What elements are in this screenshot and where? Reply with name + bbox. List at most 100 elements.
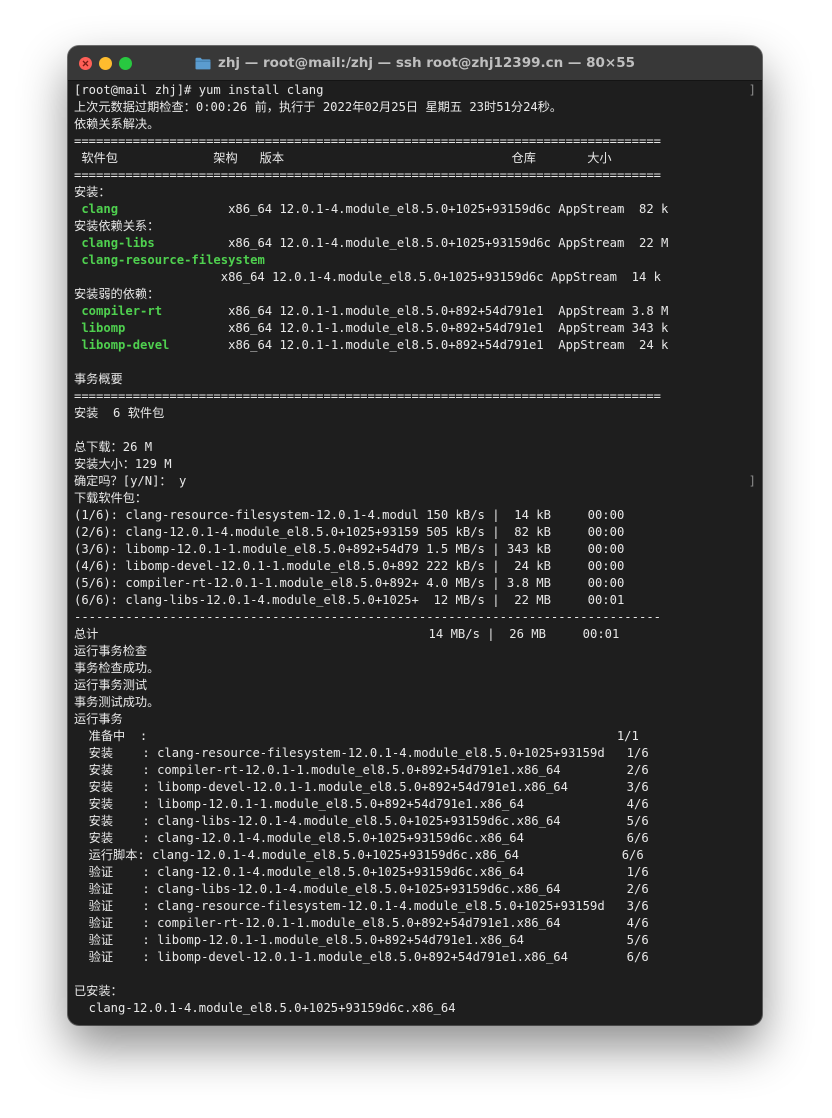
separator-line: ========================================…	[74, 133, 756, 150]
line-text: ----------------------------------------…	[74, 610, 661, 624]
line-text: 确定吗？[y/N]： y	[74, 474, 187, 488]
installed-item: clang-12.0.1-4.module_el8.5.0+1025+93159…	[74, 1000, 756, 1017]
package-name: compiler-rt	[81, 304, 163, 318]
line-text: 运行事务测试	[74, 678, 148, 692]
package-details: x86_64 12.0.1-1.module_el8.5.0+892+54d79…	[169, 338, 669, 352]
progress-row: 验证 : libomp-12.0.1-1.module_el8.5.0+892+…	[74, 932, 756, 949]
dash-separator: ----------------------------------------…	[74, 609, 756, 626]
status-line: 运行事务检查	[74, 643, 756, 660]
progress-row: 验证 : compiler-rt-12.0.1-1.module_el8.5.0…	[74, 915, 756, 932]
title-bar[interactable]: zhj — root@mail:/zhj — ssh root@zhj12399…	[68, 46, 762, 81]
deps-resolved-line: 依赖关系解决。	[74, 116, 756, 133]
progress-row: 安装 : libomp-devel-12.0.1-1.module_el8.5.…	[74, 779, 756, 796]
status-line: 运行事务	[74, 711, 756, 728]
line-text: 安装 : compiler-rt-12.0.1-1.module_el8.5.0…	[74, 763, 649, 777]
line-text: clang-12.0.1-4.module_el8.5.0+1025+93159…	[74, 1001, 456, 1015]
line-text: (5/6): compiler-rt-12.0.1-1.module_el8.5…	[74, 576, 625, 590]
line-text: 验证 : compiler-rt-12.0.1-1.module_el8.5.0…	[74, 916, 649, 930]
line-text: 已安装：	[74, 984, 123, 998]
progress-row: 验证 : clang-12.0.1-4.module_el8.5.0+1025+…	[74, 864, 756, 881]
package-row: clang x86_64 12.0.1-4.module_el8.5.0+102…	[74, 201, 756, 218]
line-text: 依赖关系解决。	[74, 117, 160, 131]
download-row: (5/6): compiler-rt-12.0.1-1.module_el8.5…	[74, 575, 756, 592]
line-text: (3/6): libomp-12.0.1-1.module_el8.5.0+89…	[74, 542, 625, 556]
package-details: x86_64 12.0.1-4.module_el8.5.0+1025+9315…	[118, 202, 669, 216]
line-text: 事务测试成功。	[74, 695, 160, 709]
line-text: 准备中 : 1/1	[74, 729, 639, 743]
terminal-window: zhj — root@mail:/zhj — ssh root@zhj12399…	[68, 46, 762, 1025]
progress-row: 安装 : clang-resource-filesystem-12.0.1-4.…	[74, 745, 756, 762]
line-text: ========================================…	[74, 168, 661, 182]
section-deps: 安装依赖关系：	[74, 218, 756, 235]
line-text: 总下载：26 M	[74, 440, 153, 454]
separator-line: ========================================…	[74, 167, 756, 184]
line-text: 安装 : clang-12.0.1-4.module_el8.5.0+1025+…	[74, 831, 649, 845]
line-text: 验证 : clang-12.0.1-4.module_el8.5.0+1025+…	[74, 865, 649, 879]
line-text: 验证 : libomp-devel-12.0.1-1.module_el8.5.…	[74, 950, 649, 964]
window-title-area: zhj — root@mail:/zhj — ssh root@zhj12399…	[68, 46, 762, 80]
command-line: [root@mail zhj]# yum install clang]	[74, 82, 756, 99]
package-row: libomp x86_64 12.0.1-1.module_el8.5.0+89…	[74, 320, 756, 337]
package-row: compiler-rt x86_64 12.0.1-1.module_el8.5…	[74, 303, 756, 320]
package-name: clang-resource-filesystem	[81, 253, 265, 267]
line-text: (6/6): clang-libs-12.0.1-4.module_el8.5.…	[74, 593, 625, 607]
package-row: clang-libs x86_64 12.0.1-4.module_el8.5.…	[74, 235, 756, 252]
download-total: 总计 14 MB/s | 26 MB 00:01	[74, 626, 756, 643]
metadata-line: 上次元数据过期检查：0:00:26 前，执行于 2022年02月25日 星期五 …	[74, 99, 756, 116]
line-text: 总计 14 MB/s | 26 MB 00:01	[74, 627, 620, 641]
line-text: 事务概要	[74, 372, 123, 386]
progress-row: 运行脚本: clang-12.0.1-4.module_el8.5.0+1025…	[74, 847, 756, 864]
line-text: 上次元数据过期检查：0:00:26 前，执行于 2022年02月25日 星期五 …	[74, 100, 563, 114]
line-text: 软件包 架构 版本 仓库 大小	[74, 151, 612, 165]
line-text: (2/6): clang-12.0.1-4.module_el8.5.0+102…	[74, 525, 625, 539]
separator-line: ========================================…	[74, 388, 756, 405]
line-text: x86_64 12.0.1-4.module_el8.5.0+1025+9315…	[74, 270, 661, 284]
download-heading: 下载软件包：	[74, 490, 756, 507]
line-text: 安装弱的依赖：	[74, 287, 160, 301]
confirm-prompt: 确定吗？[y/N]： y]	[74, 473, 756, 490]
line-text: [root@mail zhj]# yum install clang	[74, 83, 324, 97]
install-count: 安装 6 软件包	[74, 405, 756, 422]
line-text: 运行事务	[74, 712, 123, 726]
status-line: 运行事务测试	[74, 677, 756, 694]
download-row: (2/6): clang-12.0.1-4.module_el8.5.0+102…	[74, 524, 756, 541]
download-row: (3/6): libomp-12.0.1-1.module_el8.5.0+89…	[74, 541, 756, 558]
line-text: ========================================…	[74, 134, 661, 148]
line-text: 下载软件包：	[74, 491, 148, 505]
line-text: (1/6): clang-resource-filesystem-12.0.1-…	[74, 508, 625, 522]
package-row-cont: x86_64 12.0.1-4.module_el8.5.0+1025+9315…	[74, 269, 756, 286]
package-name: libomp-devel	[81, 338, 170, 352]
progress-row: 安装 : compiler-rt-12.0.1-1.module_el8.5.0…	[74, 762, 756, 779]
line-text: 安装 : libomp-devel-12.0.1-1.module_el8.5.…	[74, 780, 649, 794]
line-text: 安装：	[74, 185, 111, 199]
package-details: x86_64 12.0.1-4.module_el8.5.0+1025+9315…	[154, 236, 669, 250]
line-text: 安装 : clang-resource-filesystem-12.0.1-4.…	[74, 746, 649, 760]
package-name: clang	[81, 202, 119, 216]
section-weak-deps: 安装弱的依赖：	[74, 286, 756, 303]
section-install: 安装：	[74, 184, 756, 201]
transaction-summary: 事务概要	[74, 371, 756, 388]
line-text: 安装 6 软件包	[74, 406, 165, 420]
terminal-output[interactable]: [root@mail zhj]# yum install clang] 上次元数据…	[74, 82, 756, 1025]
download-row: (6/6): clang-libs-12.0.1-4.module_el8.5.…	[74, 592, 756, 609]
line-text: 运行脚本: clang-12.0.1-4.module_el8.5.0+1025…	[74, 848, 644, 862]
package-row: libomp-devel x86_64 12.0.1-1.module_el8.…	[74, 337, 756, 354]
line-text: (4/6): libomp-devel-12.0.1-1.module_el8.…	[74, 559, 625, 573]
progress-row: 验证 : clang-resource-filesystem-12.0.1-4.…	[74, 898, 756, 915]
line-text: 安装 : clang-libs-12.0.1-4.module_el8.5.0+…	[74, 814, 649, 828]
progress-row: 验证 : clang-libs-12.0.1-4.module_el8.5.0+…	[74, 881, 756, 898]
line-text: 事务检查成功。	[74, 661, 160, 675]
progress-row: 准备中 : 1/1	[74, 728, 756, 745]
line-text: 验证 : clang-libs-12.0.1-4.module_el8.5.0+…	[74, 882, 649, 896]
line-end-marker: ]	[748, 83, 756, 97]
line-text: 验证 : libomp-12.0.1-1.module_el8.5.0+892+…	[74, 933, 649, 947]
line-text: 安装依赖关系：	[74, 219, 160, 233]
package-name: libomp	[81, 321, 126, 335]
status-line: 事务检查成功。	[74, 660, 756, 677]
table-header-line: 软件包 架构 版本 仓库 大小	[74, 150, 756, 167]
download-row: (1/6): clang-resource-filesystem-12.0.1-…	[74, 507, 756, 524]
line-end-marker: ]	[748, 474, 756, 488]
